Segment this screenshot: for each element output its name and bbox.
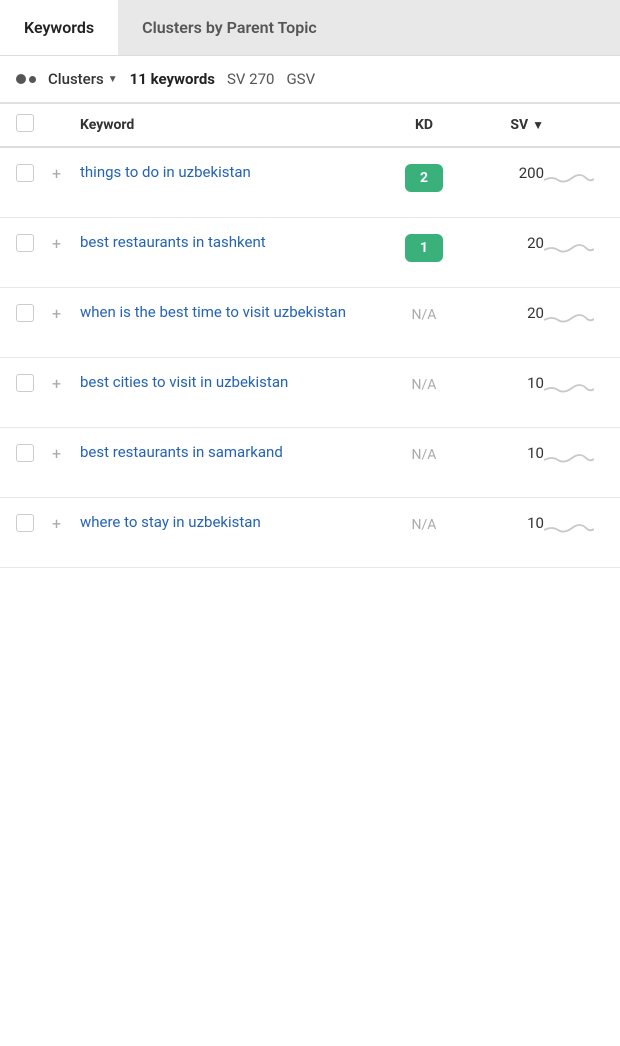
table-row: + where to stay in uzbekistan N/A 10 [0, 498, 620, 568]
row-checkbox-col [16, 442, 52, 466]
row-checkbox-col [16, 162, 52, 186]
row-checkbox[interactable] [16, 164, 34, 182]
header-kd: KD [384, 117, 464, 133]
add-keyword-icon[interactable]: + [52, 374, 61, 393]
table-body: + things to do in uzbekistan 2 200 + best re… [0, 148, 620, 568]
tab-bar: Keywords Clusters by Parent Topic [0, 0, 620, 56]
row-checkbox-col [16, 372, 52, 396]
sv-value: 200 [464, 162, 544, 182]
keyword-link[interactable]: things to do in uzbekistan [76, 162, 384, 183]
keyword-link[interactable]: where to stay in uzbekistan [76, 512, 384, 533]
add-keyword-icon[interactable]: + [52, 164, 61, 183]
gsv-label: GSV [286, 70, 315, 88]
kd-value: 1 [384, 232, 464, 262]
table-row: + best cities to visit in uzbekistan N/A 10 [0, 358, 620, 428]
trend-sparkline [544, 162, 604, 192]
row-add-col: + [52, 442, 76, 463]
table-row: + when is the best time to visit uzbekist… [0, 288, 620, 358]
clusters-icon [16, 74, 36, 84]
toolbar: Clusters ▼ 11 keywords SV 270 GSV [0, 56, 620, 104]
dot-small [29, 76, 36, 83]
row-checkbox-col [16, 512, 52, 536]
kd-value: N/A [384, 512, 464, 533]
header-sv[interactable]: SV ▼ [464, 117, 544, 133]
trend-sparkline [544, 232, 604, 262]
trend-sparkline [544, 442, 604, 472]
add-keyword-icon[interactable]: + [52, 444, 61, 463]
keyword-link[interactable]: best cities to visit in uzbekistan [76, 372, 384, 393]
kd-badge: 2 [405, 164, 443, 192]
kd-na: N/A [412, 307, 437, 323]
sv-value: 10 [464, 512, 544, 532]
keywords-count-label: 11 keywords [130, 70, 215, 88]
clusters-dropdown-button[interactable]: Clusters ▼ [48, 70, 118, 88]
trend-sparkline [544, 372, 604, 402]
tab-clusters-by-parent-topic[interactable]: Clusters by Parent Topic [118, 0, 341, 55]
table-header: Keyword KD SV ▼ [0, 104, 620, 148]
row-add-col: + [52, 162, 76, 183]
sv-value: 20 [464, 302, 544, 322]
row-checkbox-col [16, 302, 52, 326]
table-row: + best restaurants in tashkent 1 20 [0, 218, 620, 288]
trend-sparkline [544, 302, 604, 332]
row-add-col: + [52, 232, 76, 253]
row-checkbox[interactable] [16, 374, 34, 392]
row-checkbox[interactable] [16, 444, 34, 462]
row-checkbox[interactable] [16, 234, 34, 252]
chevron-down-icon: ▼ [108, 74, 118, 85]
table-row: + best restaurants in samarkand N/A 10 [0, 428, 620, 498]
kd-na: N/A [412, 377, 437, 393]
sv-total-label: SV 270 [227, 70, 274, 88]
keyword-link[interactable]: best restaurants in tashkent [76, 232, 384, 253]
row-checkbox[interactable] [16, 304, 34, 322]
sv-value: 10 [464, 442, 544, 462]
kd-badge: 1 [405, 234, 443, 262]
kd-value: N/A [384, 302, 464, 323]
kd-na: N/A [412, 447, 437, 463]
add-keyword-icon[interactable]: + [52, 304, 61, 323]
kd-value: 2 [384, 162, 464, 192]
kd-na: N/A [412, 517, 437, 533]
trend-sparkline [544, 512, 604, 542]
select-all-checkbox[interactable] [16, 114, 34, 132]
row-checkbox[interactable] [16, 514, 34, 532]
kd-value: N/A [384, 442, 464, 463]
row-add-col: + [52, 372, 76, 393]
header-keyword: Keyword [76, 117, 384, 133]
header-checkbox-col [16, 114, 52, 136]
row-add-col: + [52, 302, 76, 323]
dot-large [16, 74, 26, 84]
row-add-col: + [52, 512, 76, 533]
add-keyword-icon[interactable]: + [52, 234, 61, 253]
sort-arrow-icon: ▼ [532, 118, 544, 132]
add-keyword-icon[interactable]: + [52, 514, 61, 533]
sv-value: 20 [464, 232, 544, 252]
table-row: + things to do in uzbekistan 2 200 [0, 148, 620, 218]
row-checkbox-col [16, 232, 52, 256]
tab-keywords[interactable]: Keywords [0, 0, 118, 55]
sv-value: 10 [464, 372, 544, 392]
keyword-link[interactable]: when is the best time to visit uzbekista… [76, 302, 384, 323]
keyword-link[interactable]: best restaurants in samarkand [76, 442, 384, 463]
kd-value: N/A [384, 372, 464, 393]
